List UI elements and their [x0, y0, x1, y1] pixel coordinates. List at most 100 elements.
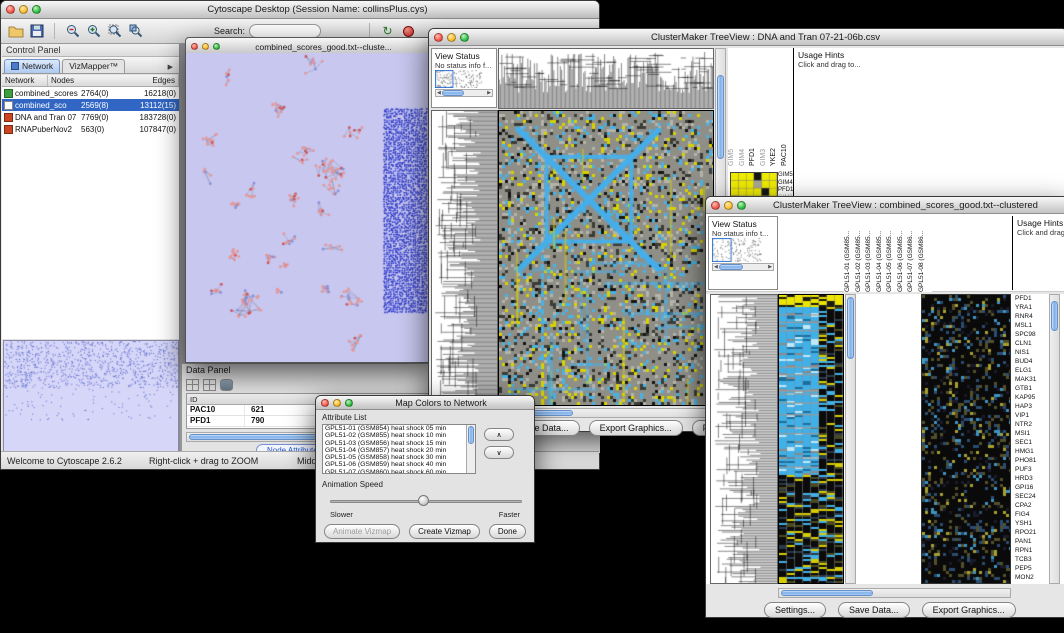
- zoom-window-button[interactable]: [345, 399, 353, 407]
- gene-label[interactable]: BUD4: [1015, 357, 1048, 366]
- gene-label[interactable]: SEC1: [1015, 438, 1048, 447]
- gene-label[interactable]: PHO81: [1015, 456, 1048, 465]
- navigator-thumbnail[interactable]: [435, 70, 493, 88]
- global-heatmap-canvas[interactable]: [779, 295, 843, 583]
- gene-label[interactable]: PEP5: [1015, 564, 1048, 573]
- scrollbar-thumb[interactable]: [781, 590, 873, 596]
- gene-label[interactable]: GTB1: [1015, 384, 1048, 393]
- close-button[interactable]: [711, 201, 720, 210]
- save-icon[interactable]: [28, 23, 45, 40]
- column-label[interactable]: GPL51-01 (GSM85...: [844, 216, 855, 292]
- move-up-button[interactable]: ∧: [484, 428, 514, 441]
- column-label[interactable]: GPL51-05 (GSM85...: [886, 216, 897, 292]
- move-down-button[interactable]: ∨: [484, 446, 514, 459]
- zoom-fit-icon[interactable]: [106, 23, 123, 40]
- network-row[interactable]: combined_sco 2569(8) 13112(15): [2, 99, 179, 111]
- column-header[interactable]: Edges: [149, 75, 179, 86]
- close-button[interactable]: [434, 33, 443, 42]
- scrollbar-thumb[interactable]: [468, 426, 474, 444]
- gene-label[interactable]: ELG1: [1015, 366, 1048, 375]
- zoom-heatmap-canvas[interactable]: [922, 295, 1010, 583]
- column-label[interactable]: GPL51-03 (GSM85...: [865, 216, 876, 292]
- gene-label[interactable]: MSI1: [1015, 429, 1048, 438]
- gene-label[interactable]: KAP95: [1015, 393, 1048, 402]
- column-header[interactable]: Nodes: [48, 75, 149, 86]
- column-label[interactable]: GIM5: [728, 48, 739, 166]
- global-heatmap-canvas[interactable]: [499, 111, 713, 405]
- gene-label[interactable]: TCB3: [1015, 555, 1048, 564]
- zoom-window-button[interactable]: [213, 43, 220, 50]
- navigator-scrollbar[interactable]: ◀ ▶: [712, 263, 774, 271]
- gene-label[interactable]: PFD1: [1015, 294, 1048, 303]
- treeview-dna-titlebar[interactable]: ClusterMaker TreeView : DNA and Tran 07-…: [429, 29, 1064, 46]
- network-canvas[interactable]: [186, 53, 432, 362]
- column-label[interactable]: GPL51-04 (GSM85...: [876, 216, 887, 292]
- gene-label[interactable]: HMG1: [1015, 447, 1048, 456]
- attribute-select-icon[interactable]: [203, 379, 216, 391]
- attribute-table-icon[interactable]: [186, 379, 199, 391]
- gene-label[interactable]: HRD3: [1015, 474, 1048, 483]
- gene-label[interactable]: SPC98: [1015, 330, 1048, 339]
- zoom-out-icon[interactable]: [64, 23, 81, 40]
- dialog-button[interactable]: Done: [489, 524, 526, 539]
- close-button[interactable]: [321, 399, 329, 407]
- treeview-button[interactable]: Export Graphics...: [589, 420, 683, 436]
- gene-label[interactable]: HAP3: [1015, 402, 1048, 411]
- tab-vizmapper[interactable]: VizMapper™: [62, 59, 125, 73]
- gene-label[interactable]: NTR2: [1015, 420, 1048, 429]
- scroll-left-icon[interactable]: ◀: [713, 264, 719, 270]
- database-icon[interactable]: [220, 379, 233, 391]
- zoom-in-icon[interactable]: [85, 23, 102, 40]
- scrollbar-thumb[interactable]: [719, 264, 743, 270]
- tab-network[interactable]: Network: [4, 59, 60, 73]
- column-label[interactable]: PFD1: [749, 48, 760, 166]
- column-label[interactable]: PAC10: [781, 48, 792, 166]
- column-label[interactable]: GPL51-02 (GSM85...: [855, 216, 866, 292]
- gene-label[interactable]: CLN1: [1015, 339, 1048, 348]
- navigator-scrollbar[interactable]: ◀ ▶: [435, 89, 493, 97]
- search-input[interactable]: [249, 24, 321, 38]
- scroll-right-icon[interactable]: ▶: [486, 90, 492, 96]
- scroll-right-icon[interactable]: ▶: [767, 264, 773, 270]
- gene-label[interactable]: MON2: [1015, 573, 1048, 582]
- column-header[interactable]: Network: [2, 75, 48, 86]
- column-label[interactable]: GPL51-08 (GSM86...: [918, 216, 929, 292]
- row-dendrogram-canvas[interactable]: [711, 295, 777, 583]
- tab-overflow-button[interactable]: ▶: [164, 63, 177, 73]
- gene-label[interactable]: RNR4: [1015, 312, 1048, 321]
- network-row[interactable]: RNAPuberNov2 563(0) 107847(0): [2, 123, 179, 135]
- navigator-thumbnail[interactable]: [712, 238, 774, 262]
- zoom-window-button[interactable]: [460, 33, 469, 42]
- column-label[interactable]: YKE2: [770, 48, 781, 166]
- cytoscape-titlebar[interactable]: Cytoscape Desktop (Session Name: collins…: [1, 1, 599, 19]
- attribute-list-item[interactable]: GPL51-02 (GSM855) heat shock 10 min: [323, 432, 475, 439]
- minimize-button[interactable]: [724, 201, 733, 210]
- treeview-combined-titlebar[interactable]: ClusterMaker TreeView : combined_scores_…: [706, 197, 1064, 214]
- list-scrollbar[interactable]: [466, 425, 475, 473]
- attribute-list-item[interactable]: GPL51-07 (GSM860) heat shock 60 min: [323, 469, 475, 474]
- close-button[interactable]: [6, 5, 15, 14]
- attribute-list-item[interactable]: GPL51-03 (GSM856) heat shock 15 min: [323, 440, 475, 447]
- gene-label[interactable]: FIG4: [1015, 510, 1048, 519]
- column-label[interactable]: GPL51-06 (GSM85...: [897, 216, 908, 292]
- treeview-button[interactable]: Export Graphics...: [922, 602, 1016, 618]
- attribute-list-item[interactable]: GPL51-05 (GSM858) heat shock 30 min: [323, 454, 475, 461]
- scrollbar-thumb[interactable]: [1051, 301, 1058, 331]
- gene-label[interactable]: RPN1: [1015, 546, 1048, 555]
- scrollbar-thumb[interactable]: [847, 297, 854, 359]
- gene-label[interactable]: PAN1: [1015, 537, 1048, 546]
- gene-label[interactable]: RPO21: [1015, 528, 1048, 537]
- gene-label[interactable]: PUF3: [1015, 465, 1048, 474]
- row-dendrogram-canvas[interactable]: [432, 111, 497, 405]
- column-label[interactable]: GIM3: [760, 48, 771, 166]
- zoom-selected-icon[interactable]: [127, 23, 144, 40]
- horizontal-scrollbar[interactable]: [778, 588, 1011, 598]
- zoom-window-button[interactable]: [32, 5, 41, 14]
- attribute-list-item[interactable]: GPL51-01 (GSM854) heat shock 05 min: [323, 425, 475, 432]
- vertical-scrollbar[interactable]: [1049, 294, 1060, 584]
- gene-label[interactable]: NIS1: [1015, 348, 1048, 357]
- minimize-button[interactable]: [202, 43, 209, 50]
- gene-label[interactable]: MAK31: [1015, 375, 1048, 384]
- dialog-titlebar[interactable]: Map Colors to Network: [316, 396, 534, 410]
- minimize-button[interactable]: [19, 5, 28, 14]
